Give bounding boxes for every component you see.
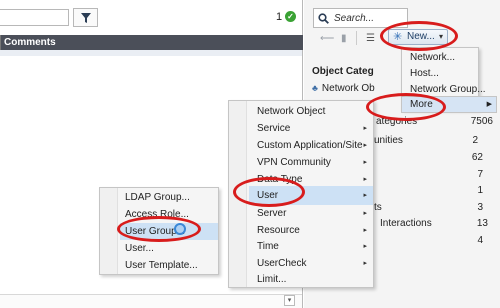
new-button-label: New... bbox=[407, 31, 435, 42]
menu-item-label: User bbox=[257, 190, 279, 201]
category-count: 1 bbox=[477, 185, 483, 196]
back-arrow-icon[interactable]: ⟵ bbox=[320, 33, 334, 44]
table-header: Comments bbox=[0, 35, 303, 50]
toolbar-separator bbox=[356, 31, 357, 45]
search-box[interactable] bbox=[313, 8, 408, 28]
search-input[interactable] bbox=[334, 11, 406, 25]
menu-item-access-role[interactable]: Access Role... bbox=[120, 206, 218, 223]
status-bar bbox=[0, 294, 302, 308]
category-count: 7 bbox=[477, 169, 483, 180]
chevron-down-icon: ▾ bbox=[438, 32, 443, 41]
menu-item-label: Limit... bbox=[257, 274, 287, 285]
category-label: Network Ob bbox=[321, 83, 375, 94]
scroll-down-button[interactable]: ▾ bbox=[284, 295, 295, 306]
menu-item-label: Custom Application/Site bbox=[257, 140, 363, 151]
menu-item-host[interactable]: Host... bbox=[402, 66, 480, 82]
menu-gutter bbox=[229, 101, 247, 287]
category-row[interactable]: ategories bbox=[376, 116, 417, 127]
category-count: 4 bbox=[477, 235, 483, 246]
category-row[interactable]: unities bbox=[374, 135, 403, 146]
menu-item-network[interactable]: Network... bbox=[402, 50, 480, 66]
network-objects-icon: ♣ bbox=[312, 83, 318, 93]
check-ok-icon: ✓ bbox=[285, 11, 296, 22]
more-submenu: Network Object Service ▸ Custom Applicati… bbox=[228, 100, 374, 288]
menu-item-label: UserCheck bbox=[257, 258, 307, 269]
category-row[interactable]: ts bbox=[374, 202, 382, 213]
lock-icon[interactable]: ▮ bbox=[341, 33, 347, 44]
category-count: 62 bbox=[471, 152, 483, 163]
chevron-right-icon: ▶ bbox=[486, 101, 492, 108]
menu-item-label: Data Type bbox=[257, 174, 303, 185]
filter-icon bbox=[80, 12, 91, 23]
category-count: 13 bbox=[476, 218, 488, 229]
menu-item-label: Time bbox=[257, 241, 279, 252]
menu-item-label: Service bbox=[257, 123, 291, 134]
category-label: Interactions bbox=[380, 218, 432, 229]
new-star-icon: ✳ bbox=[393, 31, 403, 43]
menu-item-more[interactable]: More ▶ bbox=[401, 96, 497, 113]
menu-item-label: Network Object bbox=[257, 106, 326, 117]
menu-gutter bbox=[100, 188, 118, 274]
column-header-comments[interactable]: Comments bbox=[4, 37, 56, 48]
filter-button[interactable] bbox=[73, 8, 98, 27]
category-label: unities bbox=[374, 135, 403, 146]
category-network-objects[interactable]: ♣ Network Ob bbox=[312, 83, 375, 94]
category-count: 3 bbox=[477, 202, 483, 213]
table-selected-row[interactable] bbox=[0, 50, 302, 56]
menu-item-label: Server bbox=[257, 208, 287, 219]
user-submenu: LDAP Group... Access Role... User Group.… bbox=[99, 187, 219, 275]
chevron-right-icon: ▸ bbox=[363, 192, 367, 199]
object-count: 1 bbox=[276, 11, 283, 23]
filter-input[interactable] bbox=[0, 9, 69, 26]
object-categories-heading: Object Categ bbox=[312, 66, 374, 77]
category-label: ategories bbox=[376, 116, 418, 127]
category-count: 7506 bbox=[470, 116, 493, 127]
menu-item-ldap-group[interactable]: LDAP Group... bbox=[120, 189, 218, 206]
column-divider bbox=[0, 35, 1, 50]
menu-item-label: VPN Community bbox=[257, 157, 331, 168]
menu-item-user-group[interactable]: User Group... bbox=[120, 223, 218, 240]
search-icon bbox=[318, 13, 329, 24]
menu-item-limit[interactable]: Limit... bbox=[249, 270, 373, 289]
menu-item-user-template[interactable]: User Template... bbox=[120, 257, 218, 274]
list-view-icon[interactable]: ☰ bbox=[366, 33, 375, 44]
click-cursor-icon bbox=[174, 223, 186, 235]
menu-item-more-label: More bbox=[410, 99, 433, 110]
category-label: ts bbox=[374, 202, 382, 213]
category-row[interactable]: Interactions bbox=[380, 218, 432, 229]
menu-item-user[interactable]: User ▸ bbox=[249, 186, 373, 205]
menu-item-label: Resource bbox=[257, 225, 300, 236]
new-button[interactable]: ✳ New... ▾ bbox=[388, 29, 448, 45]
category-count: 2 bbox=[472, 135, 478, 146]
menu-item-user-new[interactable]: User... bbox=[120, 240, 218, 257]
